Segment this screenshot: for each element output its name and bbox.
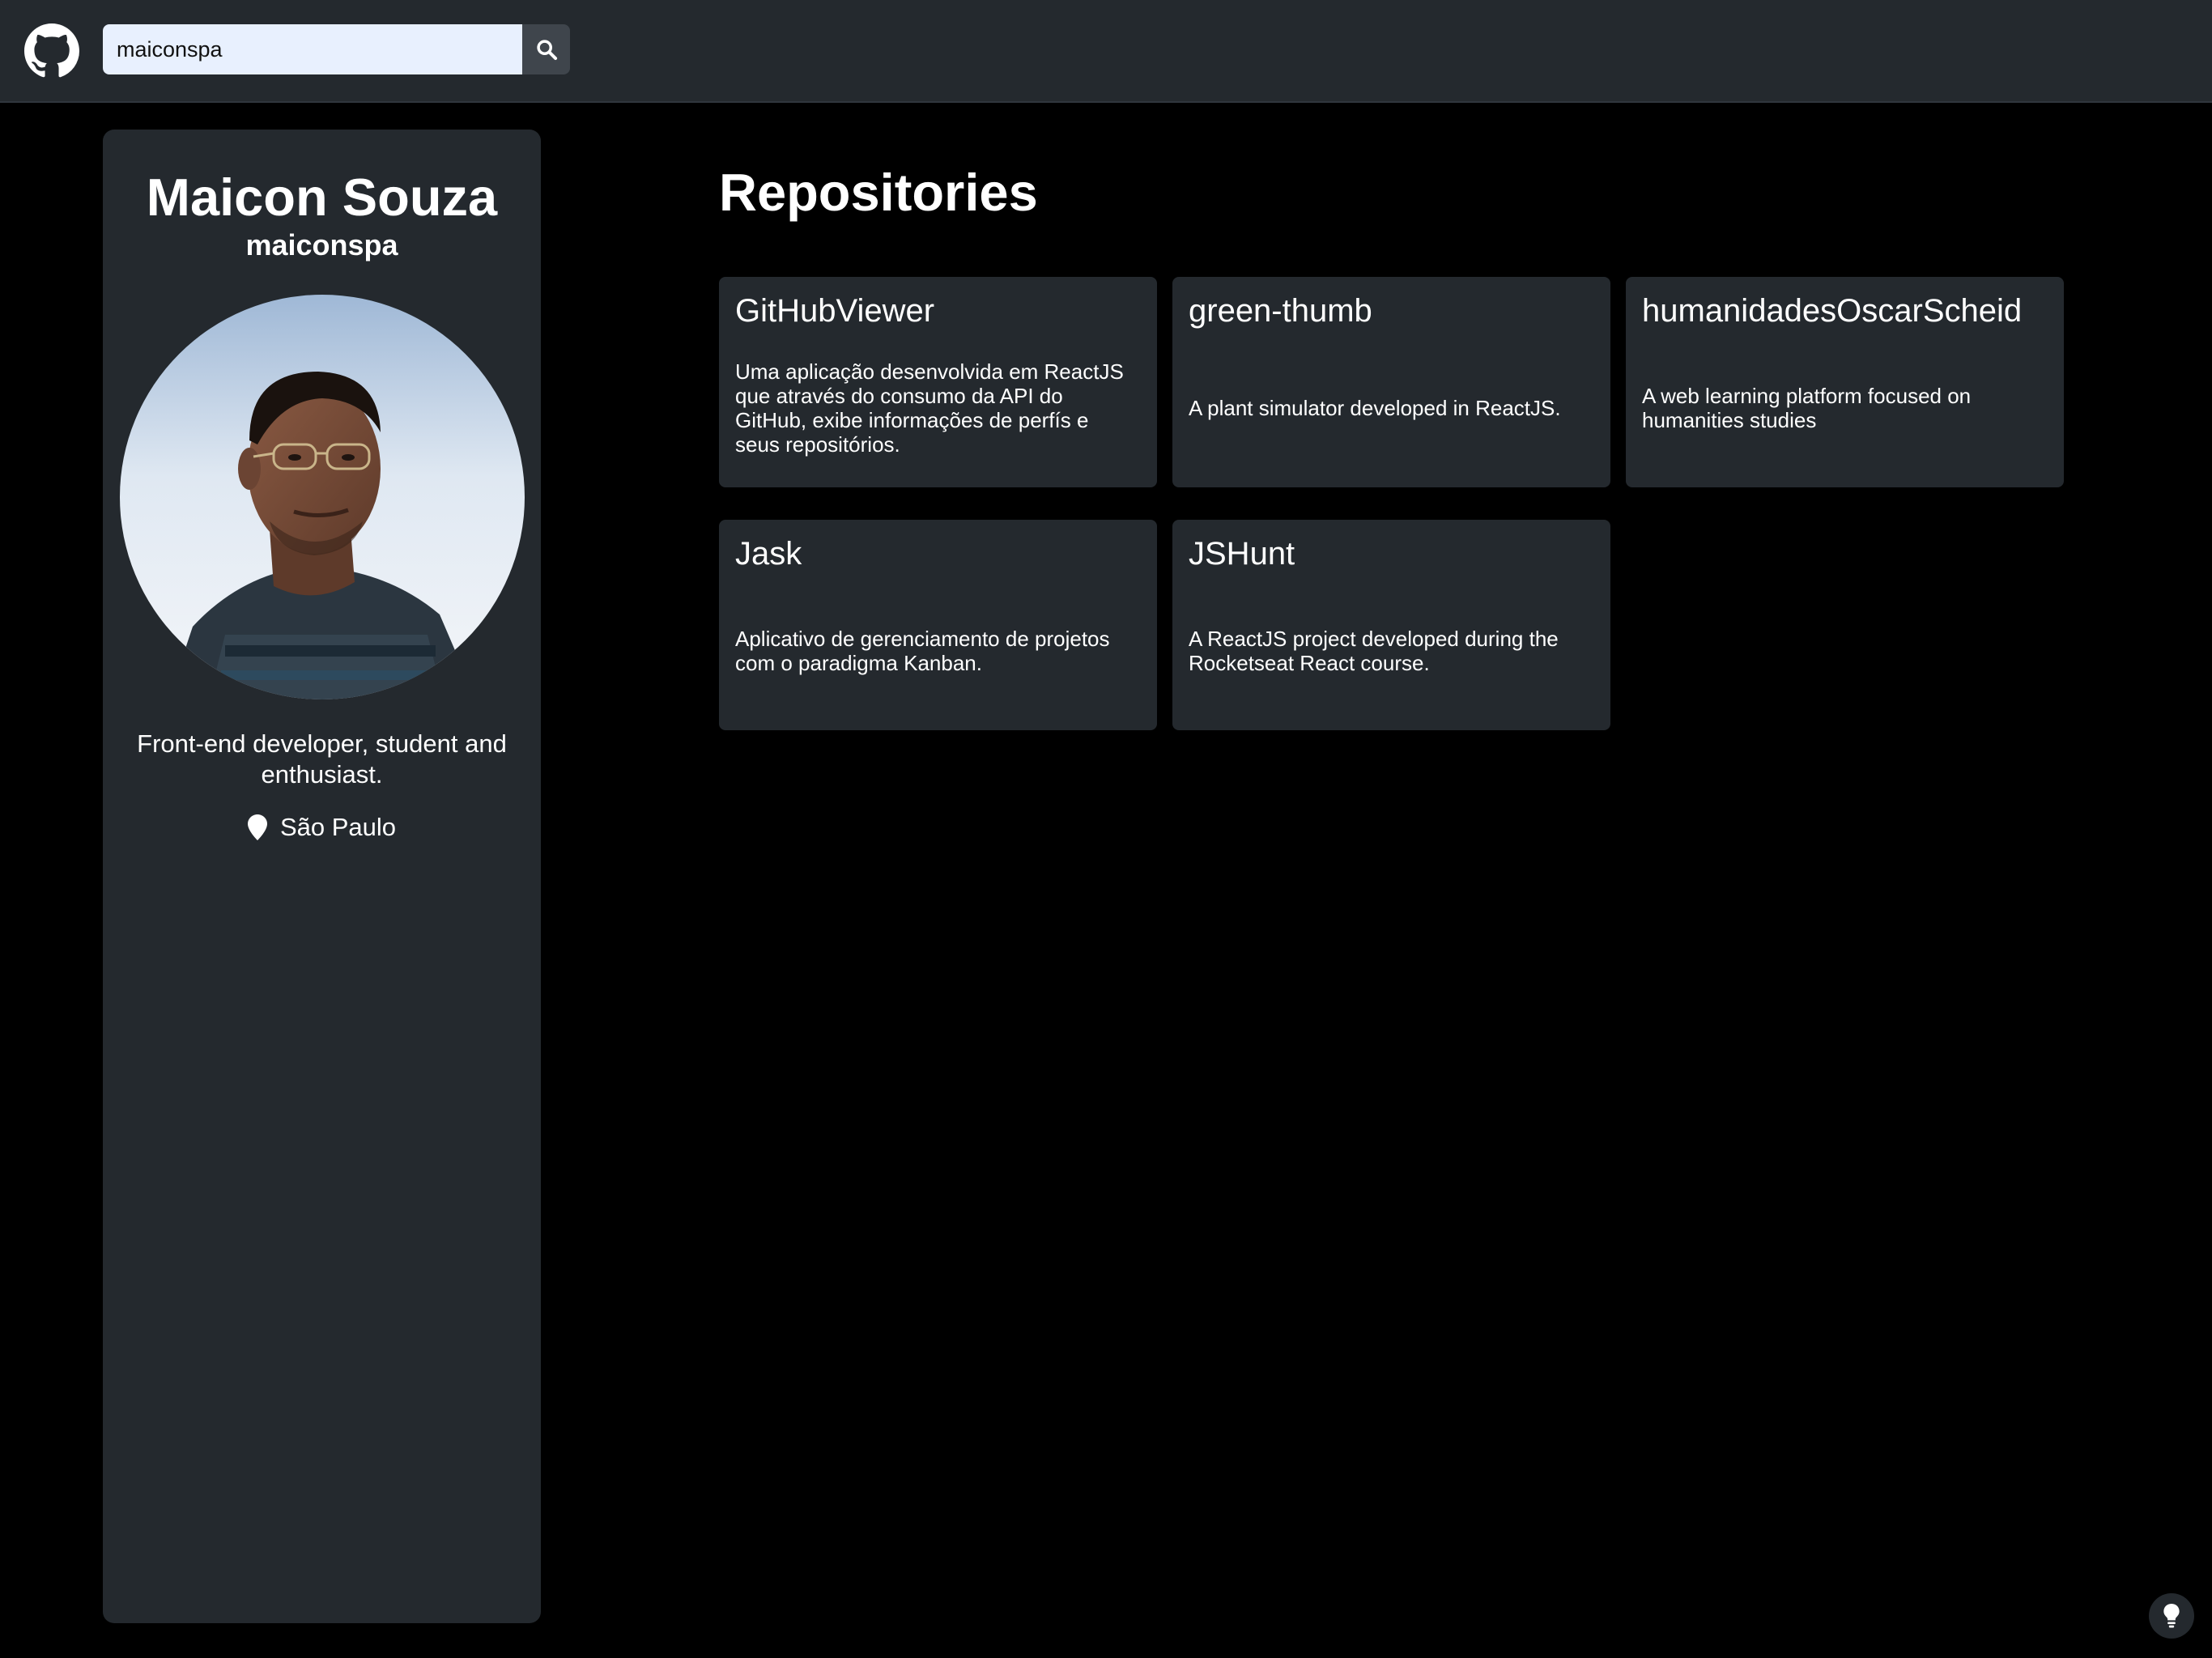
avatar-photo (120, 295, 525, 699)
profile-bio: Front-end developer, student and enthusi… (137, 729, 507, 789)
profile-name: Maicon Souza (146, 168, 498, 227)
repo-description: Aplicativo de gerenciamento de projetos … (735, 627, 1110, 675)
location-label: São Paulo (279, 813, 397, 841)
repo-name[interactable]: humanidadesOscarScheid (1642, 291, 2048, 330)
repo-card[interactable]: green-thumb A plant simulator developed … (1172, 277, 1610, 487)
repo-description: A plant simulator developed in ReactJS. (1189, 396, 1561, 420)
avatar (120, 295, 525, 699)
repo-description: A ReactJS project developed during the R… (1189, 627, 1559, 675)
repo-description: A web learning platform focused on human… (1642, 384, 1972, 432)
repo-name[interactable]: Jask (735, 534, 1141, 573)
lightbulb-icon (2163, 1604, 2180, 1628)
repo-description: Uma aplicação desenvolvida em ReactJS qu… (735, 359, 1124, 457)
repo-name[interactable]: JSHunt (1189, 534, 1594, 573)
top-header (0, 0, 2212, 103)
repo-card[interactable]: Jask Aplicativo de gerenciamento de proj… (719, 520, 1157, 730)
repo-card[interactable]: humanidadesOscarScheid A web learning pl… (1626, 277, 2064, 487)
search-input[interactable] (103, 24, 522, 74)
profile-sidebar: Maicon Souza maiconspa Front-end develop… (103, 130, 541, 1623)
help-button[interactable] (2149, 1593, 2194, 1639)
map-pin-icon (247, 814, 267, 840)
search-button[interactable] (522, 24, 570, 74)
profile-location: São Paulo (103, 813, 541, 842)
repo-name[interactable]: green-thumb (1189, 291, 1594, 330)
profile-login: maiconspa (245, 228, 398, 261)
search-icon (536, 40, 557, 61)
repo-card[interactable]: GitHubViewer Uma aplicação desenvolvida … (719, 277, 1157, 487)
repositories-title: Repositories (719, 163, 1038, 222)
github-icon[interactable] (24, 23, 79, 79)
repo-card[interactable]: JSHunt A ReactJS project developed durin… (1172, 520, 1610, 730)
repo-name[interactable]: GitHubViewer (735, 291, 1141, 330)
